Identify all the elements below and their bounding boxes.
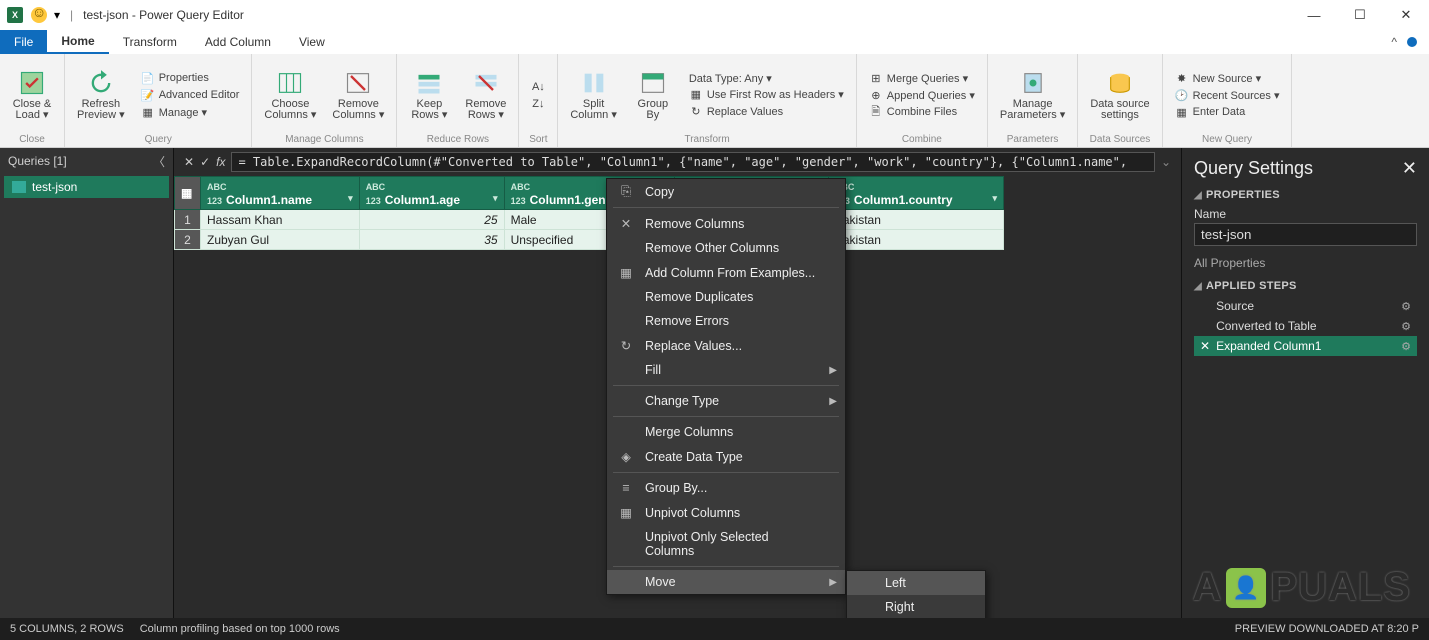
menu-item[interactable]: Remove Errors: [607, 309, 845, 333]
query-settings-pane: Query Settings✕ ◢PROPERTIES Name All Pro…: [1181, 148, 1429, 618]
titlebar: X ▾ | test-json - Power Query Editor — ☐…: [0, 0, 1429, 30]
merge-queries-button[interactable]: ⊞Merge Queries ▾: [865, 70, 979, 86]
menu-item[interactable]: ✕Remove Columns: [607, 211, 845, 236]
sort-asc-button[interactable]: A↓: [527, 79, 549, 95]
combine-files-button[interactable]: 🗎Combine Files: [865, 104, 979, 120]
queries-header: Queries [1]: [8, 154, 67, 168]
smiley-icon: [30, 6, 48, 24]
collapse-queries-icon[interactable]: 〈: [153, 153, 165, 170]
menu-item[interactable]: Remove Duplicates: [607, 285, 845, 309]
minimize-button[interactable]: —: [1291, 0, 1337, 30]
menu-item[interactable]: ◈Create Data Type: [607, 444, 845, 469]
advanced-editor-button[interactable]: 📝Advanced Editor: [137, 87, 244, 103]
ribbon-collapse-icon[interactable]: ^: [1391, 35, 1397, 49]
tab-transform[interactable]: Transform: [109, 30, 191, 54]
refresh-preview-button[interactable]: RefreshPreview ▾: [73, 58, 129, 132]
group-by-button[interactable]: GroupBy: [629, 58, 677, 132]
formula-input[interactable]: [231, 152, 1154, 172]
recent-sources-button[interactable]: 🕑Recent Sources ▾: [1171, 87, 1284, 103]
manage-parameters-button[interactable]: ManageParameters ▾: [996, 58, 1069, 132]
ribbon-tabs: File Home Transform Add Column View ^: [0, 30, 1429, 54]
gear-icon[interactable]: ⚙: [1401, 340, 1411, 353]
remove-columns-button[interactable]: RemoveColumns ▾: [328, 58, 388, 132]
menu-item[interactable]: Fill▶: [607, 358, 845, 382]
col-header-name[interactable]: ABC123Column1.name▾: [201, 177, 360, 210]
replace-values-button[interactable]: ↻Replace Values: [685, 104, 848, 120]
formula-expand-icon[interactable]: ⌄: [1161, 155, 1171, 169]
status-preview-time: PREVIEW DOWNLOADED AT 8:20 P: [1235, 623, 1419, 635]
ribbon: Close &Load ▾ Close RefreshPreview ▾ 📄Pr…: [0, 54, 1429, 148]
menu-item[interactable]: ≡Group By...: [607, 476, 845, 500]
first-row-headers-button[interactable]: ▦Use First Row as Headers ▾: [685, 87, 848, 103]
all-properties-link[interactable]: All Properties: [1194, 256, 1417, 270]
append-queries-button[interactable]: ⊕Append Queries ▾: [865, 87, 979, 103]
query-name-input[interactable]: [1194, 223, 1417, 246]
remove-rows-button[interactable]: RemoveRows ▾: [461, 58, 510, 132]
data-grid[interactable]: ▦ ABC123Column1.name▾ ABC123Column1.age▾…: [174, 176, 1004, 250]
table-icon: [12, 181, 26, 193]
menu-item[interactable]: ▦Unpivot Columns: [607, 500, 845, 525]
data-type-button[interactable]: Data Type: Any ▾: [685, 71, 848, 86]
menu-item[interactable]: ↻Replace Values...: [607, 333, 845, 358]
new-source-button[interactable]: ✸New Source ▾: [1171, 70, 1284, 86]
menu-item[interactable]: Left: [847, 571, 985, 595]
gear-icon[interactable]: ⚙: [1401, 300, 1411, 313]
menu-item[interactable]: Change Type▶: [607, 389, 845, 413]
enter-data-button[interactable]: ▦Enter Data: [1171, 104, 1284, 120]
applied-step[interactable]: ✕Source⚙: [1194, 296, 1417, 316]
fx-icon[interactable]: fx: [216, 155, 225, 169]
col-header-country[interactable]: ABC123Column1.country▾: [828, 177, 1003, 210]
menu-item[interactable]: Remove Other Columns: [607, 236, 845, 260]
query-item-test-json[interactable]: test-json: [4, 176, 169, 198]
qat-dropdown-icon[interactable]: ▾: [54, 8, 60, 22]
maximize-button[interactable]: ☐: [1337, 0, 1383, 30]
menu-item[interactable]: Right: [847, 595, 985, 618]
applied-step[interactable]: ✕Converted to Table⚙: [1194, 316, 1417, 336]
data-source-settings-button[interactable]: Data sourcesettings: [1086, 58, 1153, 132]
titlebar-separator: |: [66, 8, 77, 22]
avatar-icon: 👤: [1226, 568, 1266, 608]
table-row[interactable]: 2 Zubyan Gul 35 Unspecified Pakistan: [175, 230, 1004, 250]
status-bar: 5 COLUMNS, 2 ROWS Column profiling based…: [0, 618, 1429, 640]
formula-confirm-icon[interactable]: ✓: [200, 155, 210, 169]
tab-view[interactable]: View: [285, 30, 339, 54]
move-submenu[interactable]: LeftRightTo BeginningTo End: [846, 570, 986, 618]
close-window-button[interactable]: ✕: [1383, 0, 1429, 30]
split-column-button[interactable]: SplitColumn ▾: [566, 58, 620, 132]
excel-icon: X: [6, 6, 24, 24]
manage-button[interactable]: ▦Manage ▾: [137, 104, 244, 120]
help-icon[interactable]: [1407, 37, 1417, 47]
applied-step[interactable]: ✕Expanded Column1⚙: [1194, 336, 1417, 356]
sort-desc-button[interactable]: Z↓: [527, 96, 549, 112]
keep-rows-button[interactable]: KeepRows ▾: [405, 58, 453, 132]
status-columns-rows: 5 COLUMNS, 2 ROWS: [10, 623, 124, 635]
menu-item[interactable]: ⎘Copy: [607, 179, 845, 204]
window-title: test-json - Power Query Editor: [83, 8, 244, 22]
menu-item[interactable]: Move▶: [607, 570, 845, 594]
col-header-age[interactable]: ABC123Column1.age▾: [359, 177, 504, 210]
choose-columns-button[interactable]: ChooseColumns ▾: [260, 58, 320, 132]
close-and-load-button[interactable]: Close &Load ▾: [8, 58, 56, 132]
menu-item[interactable]: ▦Add Column From Examples...: [607, 260, 845, 285]
column-context-menu[interactable]: ⎘Copy ✕Remove ColumnsRemove Other Columns…: [606, 178, 846, 595]
properties-button[interactable]: 📄Properties: [137, 70, 244, 86]
table-row[interactable]: 1 Hassam Khan 25 Male Pakistan: [175, 210, 1004, 230]
name-label: Name: [1194, 207, 1417, 221]
close-settings-icon[interactable]: ✕: [1402, 158, 1417, 179]
queries-pane: Queries [1] 〈 test-json: [0, 148, 174, 618]
select-all-corner[interactable]: ▦: [175, 177, 201, 210]
menu-item[interactable]: Merge Columns: [607, 420, 845, 444]
watermark: A👤PUALS: [1193, 565, 1411, 610]
status-profiling: Column profiling based on top 1000 rows: [140, 623, 340, 635]
formula-bar: ✕ ✓ fx ⌄: [174, 148, 1181, 176]
menu-item[interactable]: Unpivot Only Selected Columns: [607, 525, 845, 563]
gear-icon[interactable]: ⚙: [1401, 320, 1411, 333]
tab-home[interactable]: Home: [47, 30, 108, 54]
tab-file[interactable]: File: [0, 30, 47, 54]
tab-add-column[interactable]: Add Column: [191, 30, 285, 54]
formula-cancel-icon[interactable]: ✕: [184, 155, 194, 169]
